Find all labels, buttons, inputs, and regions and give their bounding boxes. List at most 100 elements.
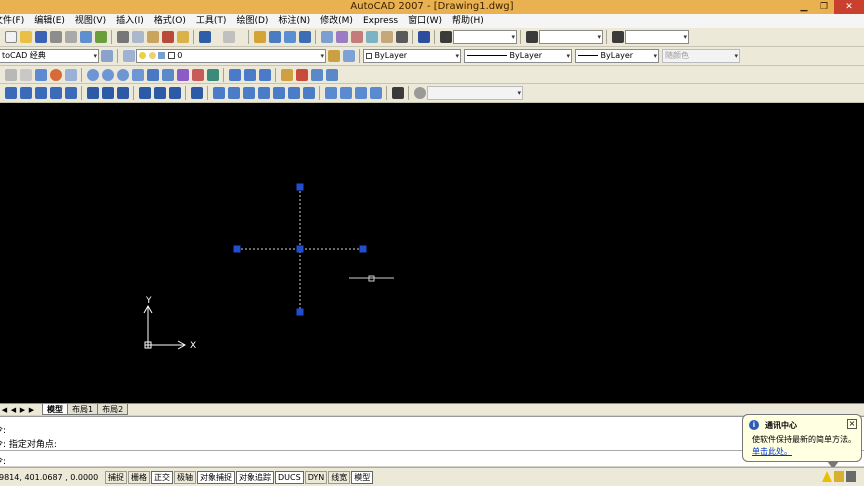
grip-left[interactable] bbox=[233, 245, 241, 253]
top-view-icon[interactable] bbox=[227, 87, 240, 99]
ucs-object-icon[interactable] bbox=[64, 87, 77, 99]
layer-combo[interactable]: 0 ▾ bbox=[136, 49, 326, 63]
nw-iso-view-icon[interactable] bbox=[369, 87, 382, 99]
wedge-icon[interactable] bbox=[19, 68, 32, 81]
ucs-previous-icon[interactable] bbox=[34, 87, 47, 99]
dim-style-combo[interactable]: ▾ bbox=[539, 30, 603, 44]
command-prompt[interactable]: 令: bbox=[0, 454, 6, 467]
ucs-origin-icon[interactable] bbox=[86, 87, 99, 99]
menu-draw[interactable]: 绘图(D) bbox=[231, 14, 273, 28]
redo-icon[interactable] bbox=[222, 31, 235, 43]
cut-icon[interactable] bbox=[116, 31, 129, 43]
3d-align-icon[interactable] bbox=[310, 68, 323, 81]
quickcalc-icon[interactable] bbox=[395, 31, 408, 43]
tab-next-icon[interactable]: ▶ bbox=[18, 406, 27, 414]
sweep-icon[interactable] bbox=[176, 68, 189, 81]
menu-insert[interactable]: 插入(I) bbox=[111, 14, 149, 28]
grip-top[interactable] bbox=[296, 183, 304, 191]
comm-center-icon[interactable] bbox=[846, 471, 856, 482]
lineweight-combo[interactable]: ByLayer ▾ bbox=[575, 49, 659, 63]
pan-icon[interactable] bbox=[253, 31, 266, 43]
lineweight-button[interactable]: 线宽 bbox=[328, 470, 351, 484]
right-view-icon[interactable] bbox=[272, 87, 285, 99]
ucs-face-icon[interactable] bbox=[49, 87, 62, 99]
osnap-button[interactable]: 对象捕捉 bbox=[197, 470, 235, 484]
minimize-icon[interactable]: ▁ bbox=[794, 0, 814, 14]
extrude-icon[interactable] bbox=[146, 68, 159, 81]
match-properties-icon[interactable] bbox=[161, 31, 174, 43]
open-file-icon[interactable] bbox=[19, 31, 32, 43]
command-window[interactable]: 令: 令: 指定对角点: 令: bbox=[0, 416, 864, 467]
undo-dropdown-icon[interactable] bbox=[214, 31, 220, 43]
tool-palettes-icon[interactable] bbox=[350, 31, 363, 43]
ucs-zaxis-icon[interactable] bbox=[101, 87, 114, 99]
balloon-close-icon[interactable]: × bbox=[847, 419, 857, 429]
coordinate-display[interactable]: 9814, 401.0687 , 0.0000 bbox=[0, 473, 105, 482]
publish-icon[interactable] bbox=[79, 31, 92, 43]
dim-style-icon[interactable] bbox=[525, 31, 538, 43]
ducs-button[interactable]: DUCS bbox=[275, 470, 304, 484]
otrack-button[interactable]: 对象追踪 bbox=[236, 470, 274, 484]
workspace-settings-icon[interactable] bbox=[100, 50, 113, 62]
text-style-icon[interactable] bbox=[439, 31, 452, 43]
ortho-button[interactable]: 正交 bbox=[151, 470, 173, 484]
subtract-icon[interactable] bbox=[243, 68, 256, 81]
menu-edit[interactable]: 编辑(E) bbox=[29, 14, 70, 28]
ucs-y-icon[interactable] bbox=[153, 87, 166, 99]
layer-previous-icon[interactable] bbox=[342, 50, 355, 62]
cone-icon[interactable] bbox=[34, 68, 47, 81]
help-icon[interactable] bbox=[417, 31, 430, 43]
tab-first-icon[interactable]: ◀ bbox=[0, 406, 9, 414]
pyramid-icon[interactable] bbox=[101, 68, 114, 81]
ucs-icon[interactable] bbox=[4, 87, 17, 99]
helix-icon[interactable] bbox=[116, 68, 129, 81]
left-view-icon[interactable] bbox=[257, 87, 270, 99]
menu-file[interactable]: 文件(F) bbox=[0, 14, 29, 28]
menu-format[interactable]: 格式(O) bbox=[149, 14, 191, 28]
named-views-icon[interactable] bbox=[212, 87, 225, 99]
drawing-canvas[interactable]: Y X bbox=[0, 103, 864, 403]
properties-icon[interactable] bbox=[320, 31, 333, 43]
balloon-link[interactable]: 单击此处。 bbox=[752, 446, 792, 457]
zoom-realtime-icon[interactable] bbox=[268, 31, 281, 43]
revolve-icon[interactable] bbox=[191, 68, 204, 81]
text-style-combo[interactable]: ▾ bbox=[453, 30, 517, 44]
3d-array-icon[interactable] bbox=[325, 68, 338, 81]
ucs-x-icon[interactable] bbox=[138, 87, 151, 99]
warning-icon[interactable] bbox=[822, 471, 832, 482]
zoom-previous-icon[interactable] bbox=[298, 31, 311, 43]
close-icon[interactable]: ✕ bbox=[834, 0, 864, 14]
grip-center[interactable] bbox=[296, 245, 304, 253]
sheet-set-icon[interactable] bbox=[365, 31, 378, 43]
bottom-view-icon[interactable] bbox=[242, 87, 255, 99]
menu-window[interactable]: 窗口(W) bbox=[403, 14, 447, 28]
grid-button[interactable]: 栅格 bbox=[128, 470, 150, 484]
linetype-combo[interactable]: ByLayer ▾ bbox=[464, 49, 572, 63]
3d-move-icon[interactable] bbox=[280, 68, 293, 81]
model-button[interactable]: 模型 bbox=[351, 470, 374, 484]
menu-dimension[interactable]: 标注(N) bbox=[273, 14, 315, 28]
viewport-icon[interactable] bbox=[413, 87, 426, 99]
sw-iso-view-icon[interactable] bbox=[324, 87, 337, 99]
sphere-icon[interactable] bbox=[49, 68, 62, 81]
grip-right[interactable] bbox=[359, 245, 367, 253]
table-style-combo[interactable]: ▾ bbox=[625, 30, 689, 44]
cylinder-icon[interactable] bbox=[64, 68, 77, 81]
lock-icon[interactable] bbox=[834, 471, 844, 482]
union-icon[interactable] bbox=[228, 68, 241, 81]
menu-modify[interactable]: 修改(M) bbox=[315, 14, 358, 28]
presspull-icon[interactable] bbox=[161, 68, 174, 81]
color-combo[interactable]: ByLayer ▾ bbox=[363, 49, 461, 63]
new-file-icon[interactable] bbox=[4, 31, 17, 43]
tab-model[interactable]: 模型 bbox=[42, 404, 68, 415]
save-icon[interactable] bbox=[34, 31, 47, 43]
apply-ucs-icon[interactable] bbox=[190, 87, 203, 99]
camera-icon[interactable] bbox=[391, 87, 404, 99]
block-editor-icon[interactable] bbox=[176, 31, 189, 43]
workspace-combo[interactable]: toCAD 经典 ▾ bbox=[0, 49, 99, 63]
paste-icon[interactable] bbox=[146, 31, 159, 43]
maximize-icon[interactable]: ❐ bbox=[814, 0, 834, 14]
layer-manager-icon[interactable] bbox=[122, 50, 135, 62]
front-view-icon[interactable] bbox=[287, 87, 300, 99]
ucs-z-icon[interactable] bbox=[168, 87, 181, 99]
